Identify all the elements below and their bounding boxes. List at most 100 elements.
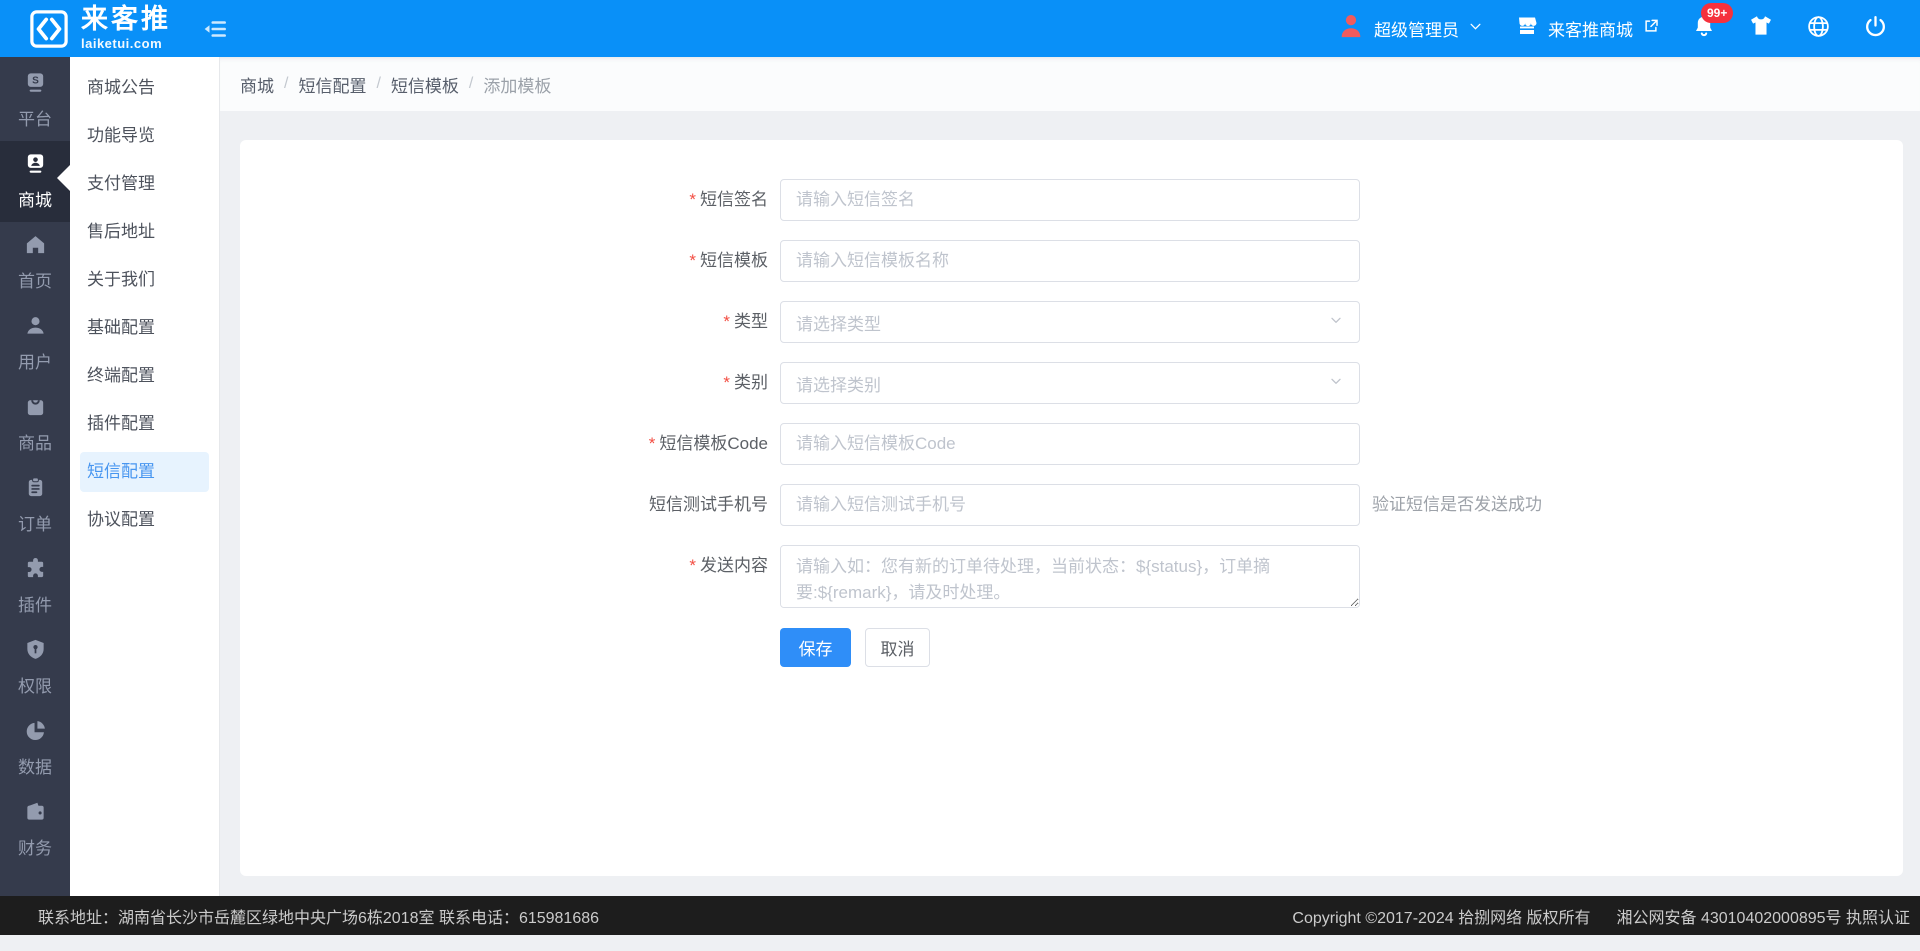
- field-content: *发送内容: [240, 545, 1903, 608]
- logo[interactable]: 来客推 laiketui.com: [0, 6, 171, 51]
- cancel-button[interactable]: 取消: [865, 628, 930, 667]
- submenu-item-feature-guide[interactable]: 功能导览: [70, 112, 219, 160]
- chevron-down-icon: [1328, 373, 1344, 394]
- submenu-item-plugin-config[interactable]: 插件配置: [70, 400, 219, 448]
- test-phone-hint: 验证短信是否发送成功: [1372, 484, 1542, 526]
- app-footer: 联系地址：湖南省长沙市岳麓区绿地中央广场6栋2018室 联系电话：6159816…: [0, 896, 1920, 935]
- main-content: 商城 / 短信配置 / 短信模板 / 添加模板 *短信签名 *短信模板 *类型 …: [220, 57, 1920, 896]
- bell-icon: [1692, 25, 1716, 42]
- chevron-down-icon: [1328, 312, 1344, 333]
- sidebar-item-home[interactable]: 首页: [0, 222, 70, 303]
- submenu-item-sms-config[interactable]: 短信配置: [80, 452, 209, 492]
- submenu-item-agreement-config[interactable]: 协议配置: [70, 496, 219, 544]
- field-label: 类别: [734, 373, 768, 392]
- field-label: 短信模板: [700, 251, 768, 270]
- breadcrumb-item-mall[interactable]: 商城: [240, 72, 274, 97]
- sidebar-item-plugin[interactable]: 插件: [0, 546, 70, 627]
- app-header: 来客推 laiketui.com 超级管理员 来客推商城: [0, 0, 1920, 57]
- platform-icon: S: [24, 71, 47, 99]
- mall-icon: [24, 152, 47, 180]
- sidebar-item-permission[interactable]: 权限: [0, 627, 70, 708]
- footer-police-record[interactable]: 湘公网安备 43010402000895号 执照认证: [1617, 904, 1910, 928]
- required-mark: *: [689, 251, 696, 270]
- user-name: 超级管理员: [1374, 16, 1459, 41]
- submenu-item-basic-config[interactable]: 基础配置: [70, 304, 219, 352]
- notifications-button[interactable]: 99+: [1692, 14, 1716, 43]
- field-label: 发送内容: [700, 556, 768, 575]
- field-label: 短信签名: [700, 190, 768, 209]
- sms-signature-input[interactable]: [780, 179, 1360, 221]
- order-icon: [24, 476, 47, 504]
- logo-title: 来客推: [81, 6, 171, 33]
- field-label: 类型: [734, 312, 768, 331]
- sidebar-item-user[interactable]: 用户: [0, 303, 70, 384]
- save-button[interactable]: 保存: [780, 628, 851, 667]
- content-textarea[interactable]: [780, 545, 1360, 608]
- field-label: 短信测试手机号: [649, 495, 768, 514]
- tshirt-icon: [1748, 13, 1774, 44]
- notification-badge: 99+: [1701, 3, 1733, 23]
- menu-fold-icon[interactable]: [203, 16, 229, 42]
- power-icon: [1863, 14, 1888, 44]
- field-category: *类别 请选择类别: [240, 362, 1903, 404]
- sms-template-name-input[interactable]: [780, 240, 1360, 282]
- type-select[interactable]: 请选择类型: [780, 301, 1360, 343]
- globe-icon: [1806, 14, 1831, 44]
- breadcrumb: 商城 / 短信配置 / 短信模板 / 添加模板: [220, 57, 1920, 111]
- required-mark: *: [723, 312, 730, 331]
- breadcrumb-item-sms-config[interactable]: 短信配置: [298, 72, 366, 97]
- field-sms-template: *短信模板: [240, 240, 1903, 282]
- field-sms-signature: *短信签名: [240, 179, 1903, 221]
- sidebar-item-order[interactable]: 订单: [0, 465, 70, 546]
- external-link-icon: [1642, 17, 1660, 40]
- sidebar-item-finance[interactable]: 财务: [0, 789, 70, 870]
- submenu-item-mall-announcement[interactable]: 商城公告: [70, 64, 219, 112]
- field-test-phone: 短信测试手机号 验证短信是否发送成功: [240, 484, 1903, 526]
- category-select[interactable]: 请选择类别: [780, 362, 1360, 404]
- field-type: *类型 请选择类型: [240, 301, 1903, 343]
- plugin-icon: [24, 557, 47, 585]
- active-menu-arrow: [57, 165, 70, 191]
- required-mark: *: [649, 434, 656, 453]
- breadcrumb-item-sms-template[interactable]: 短信模板: [391, 72, 459, 97]
- submenu-item-aftersale-address[interactable]: 售后地址: [70, 208, 219, 256]
- sidebar-item-goods[interactable]: 商品: [0, 384, 70, 465]
- language-button[interactable]: [1806, 14, 1831, 44]
- submenu-item-terminal-config[interactable]: 终端配置: [70, 352, 219, 400]
- sidebar-item-platform[interactable]: S 平台: [0, 60, 70, 141]
- avatar-icon: [1337, 12, 1365, 45]
- goods-icon: [24, 395, 47, 423]
- submenu-item-payment-management[interactable]: 支付管理: [70, 160, 219, 208]
- pie-chart-icon: [24, 719, 47, 747]
- breadcrumb-separator: /: [376, 75, 380, 93]
- field-label: 短信模板Code: [659, 434, 768, 453]
- logout-button[interactable]: [1863, 14, 1888, 44]
- sidebar-item-data[interactable]: 数据: [0, 708, 70, 789]
- logo-subtitle: laiketui.com: [81, 36, 171, 51]
- store-button[interactable]: [1748, 13, 1774, 44]
- svg-text:S: S: [32, 76, 39, 87]
- footer-copyright: Copyright ©2017-2024 拾捌网络 版权所有: [1292, 904, 1590, 928]
- breadcrumb-separator: /: [284, 75, 288, 93]
- secondary-sidebar: 商城公告 功能导览 支付管理 售后地址 关于我们 基础配置 终端配置 插件配置 …: [70, 57, 220, 935]
- shop-link-label: 来客推商城: [1548, 16, 1633, 41]
- breadcrumb-separator: /: [469, 75, 473, 93]
- user-menu[interactable]: 超级管理员: [1337, 12, 1483, 45]
- template-code-input[interactable]: [780, 423, 1360, 465]
- required-mark: *: [689, 190, 696, 209]
- required-mark: *: [723, 373, 730, 392]
- shop-link[interactable]: 来客推商城: [1515, 14, 1660, 43]
- test-phone-input[interactable]: [780, 484, 1360, 526]
- field-template-code: *短信模板Code: [240, 423, 1903, 465]
- shield-key-icon: [24, 638, 47, 666]
- wallet-icon: [24, 800, 47, 828]
- user-icon: [24, 314, 47, 342]
- submenu-item-about-us[interactable]: 关于我们: [70, 256, 219, 304]
- form-actions: 保存 取消: [780, 628, 1903, 667]
- chevron-down-icon: [1468, 19, 1483, 39]
- form-card: *短信签名 *短信模板 *类型 请选择类型 *类别 请选择类别: [240, 140, 1903, 876]
- footer-contact: 联系地址：湖南省长沙市岳麓区绿地中央广场6栋2018室 联系电话：6159816…: [0, 904, 599, 928]
- home-icon: [24, 233, 47, 261]
- logo-icon: [30, 10, 68, 48]
- breadcrumb-item-add-template: 添加模板: [483, 72, 551, 97]
